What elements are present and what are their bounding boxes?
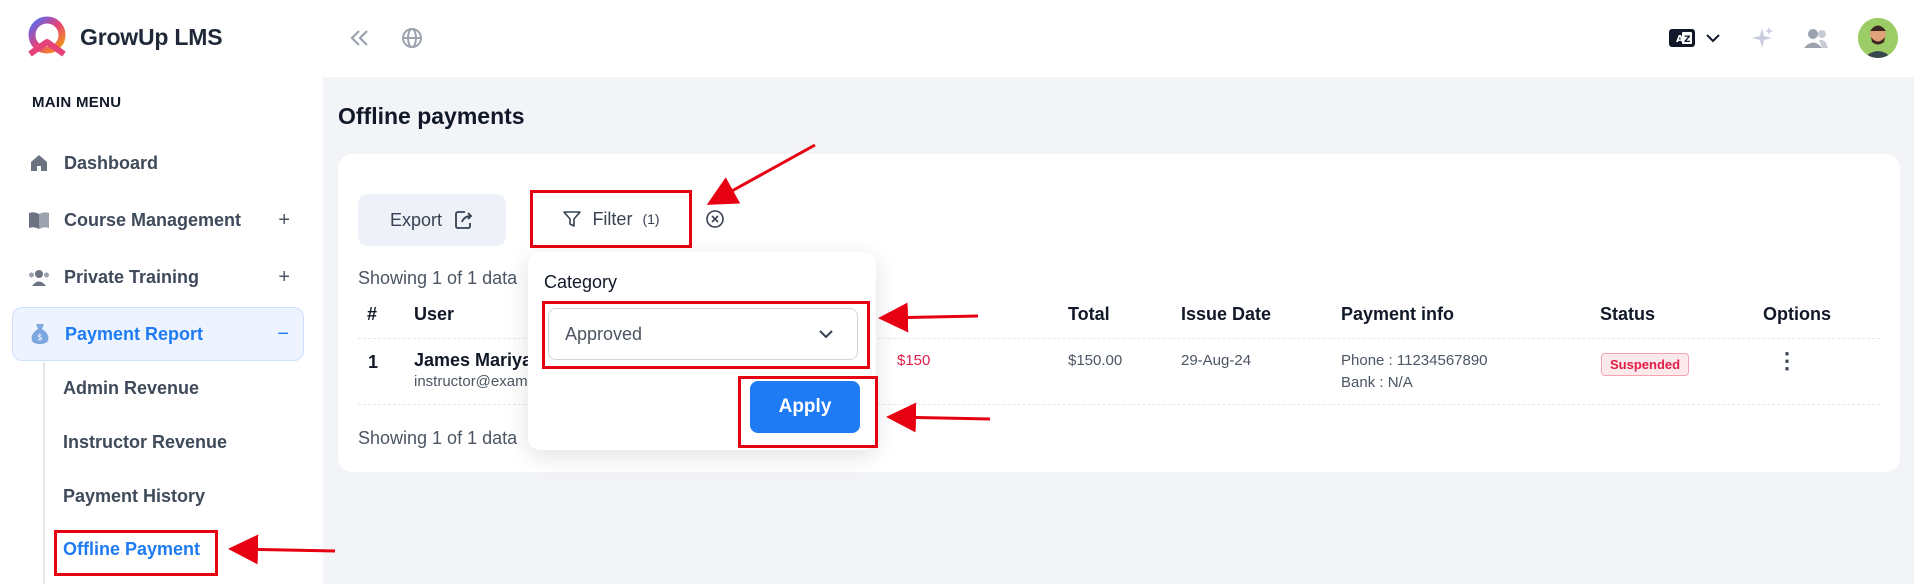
sidebar-item-label: Private Training bbox=[64, 266, 200, 287]
filter-count: (1) bbox=[642, 211, 660, 227]
apply-button[interactable]: Apply bbox=[750, 381, 860, 433]
row-index: 1 bbox=[368, 352, 379, 372]
chevron-down-icon bbox=[819, 330, 833, 339]
chevron-down-icon[interactable] bbox=[1703, 24, 1723, 52]
menu-title: MAIN MENU bbox=[32, 94, 122, 111]
sidebar-subitem-payment-history[interactable]: Payment History bbox=[63, 486, 205, 507]
sidebar-item-label: Dashboard bbox=[64, 152, 159, 173]
row-bank: Bank : N/A bbox=[1341, 374, 1413, 391]
language-icon[interactable]: AZ bbox=[1669, 24, 1695, 52]
status-badge: Suspended bbox=[1601, 353, 1690, 376]
export-button[interactable]: Export bbox=[358, 194, 506, 246]
submenu-rail bbox=[43, 362, 45, 584]
showing-count-bottom: Showing 1 of 1 data bbox=[358, 428, 518, 448]
category-label: Category bbox=[544, 272, 618, 292]
sidebar: GrowUp LMS MAIN MENU Dashboard Course Ma… bbox=[0, 0, 323, 584]
column-header-total: Total bbox=[1068, 304, 1110, 324]
expand-icon[interactable]: + bbox=[278, 266, 290, 289]
logo-icon bbox=[28, 16, 66, 57]
filter-button[interactable]: Filter (1) bbox=[530, 190, 692, 248]
row-total: $150.00 bbox=[1068, 352, 1123, 369]
row-issue-date: 29-Aug-24 bbox=[1181, 352, 1252, 369]
app-name: GrowUp LMS bbox=[80, 23, 223, 50]
users-icon[interactable] bbox=[1802, 24, 1830, 52]
book-icon bbox=[28, 209, 50, 231]
sidebar-subitem-admin-revenue[interactable]: Admin Revenue bbox=[63, 378, 199, 399]
row-user-email: instructor@exam bbox=[414, 373, 528, 390]
column-header-issue-date: Issue Date bbox=[1181, 304, 1272, 324]
row-options-icon[interactable]: ⋮ bbox=[1776, 350, 1798, 372]
column-header-index: # bbox=[367, 304, 378, 324]
collapse-icon[interactable]: − bbox=[277, 323, 289, 346]
page-title: Offline payments bbox=[338, 103, 525, 129]
app-logo[interactable]: GrowUp LMS bbox=[24, 14, 223, 60]
showing-count-top: Showing 1 of 1 data bbox=[358, 268, 518, 288]
row-amount: $150 bbox=[897, 352, 931, 369]
row-user-name[interactable]: James Mariya bbox=[414, 350, 532, 371]
svg-text:Z: Z bbox=[1684, 35, 1691, 45]
column-header-status: Status bbox=[1600, 304, 1656, 324]
column-header-payment-info: Payment info bbox=[1341, 304, 1455, 324]
expand-icon[interactable]: + bbox=[278, 209, 290, 232]
column-header-user: User bbox=[414, 304, 455, 324]
filter-icon bbox=[563, 211, 582, 227]
sparkle-icon[interactable] bbox=[1748, 24, 1776, 52]
column-header-options: Options bbox=[1763, 304, 1831, 324]
annotation-box-offline-payment bbox=[54, 530, 218, 576]
category-select-value: Approved bbox=[565, 323, 643, 344]
filter-label: Filter bbox=[592, 208, 633, 229]
users-icon bbox=[28, 266, 50, 288]
home-icon bbox=[28, 152, 50, 174]
avatar[interactable] bbox=[1858, 18, 1898, 58]
sidebar-item-course-management[interactable]: Course Management + bbox=[12, 193, 304, 247]
svg-text:$: $ bbox=[37, 333, 43, 343]
export-label: Export bbox=[389, 209, 443, 230]
row-phone: Phone : 11234567890 bbox=[1341, 352, 1488, 369]
globe-icon[interactable] bbox=[398, 24, 426, 52]
collapse-sidebar-icon[interactable] bbox=[346, 24, 374, 52]
sidebar-item-label: Course Management bbox=[64, 209, 242, 230]
category-select[interactable]: Approved bbox=[548, 308, 858, 360]
money-bag-icon: $ bbox=[29, 323, 51, 345]
sidebar-subitem-instructor-revenue[interactable]: Instructor Revenue bbox=[63, 432, 227, 453]
sidebar-item-dashboard[interactable]: Dashboard bbox=[12, 136, 304, 190]
export-icon bbox=[455, 211, 473, 229]
sidebar-item-private-training[interactable]: Private Training + bbox=[12, 250, 304, 304]
sidebar-item-payment-report[interactable]: $ Payment Report − bbox=[12, 307, 304, 361]
sidebar-item-label: Payment Report bbox=[65, 323, 204, 344]
clear-filter-icon[interactable] bbox=[705, 209, 725, 229]
